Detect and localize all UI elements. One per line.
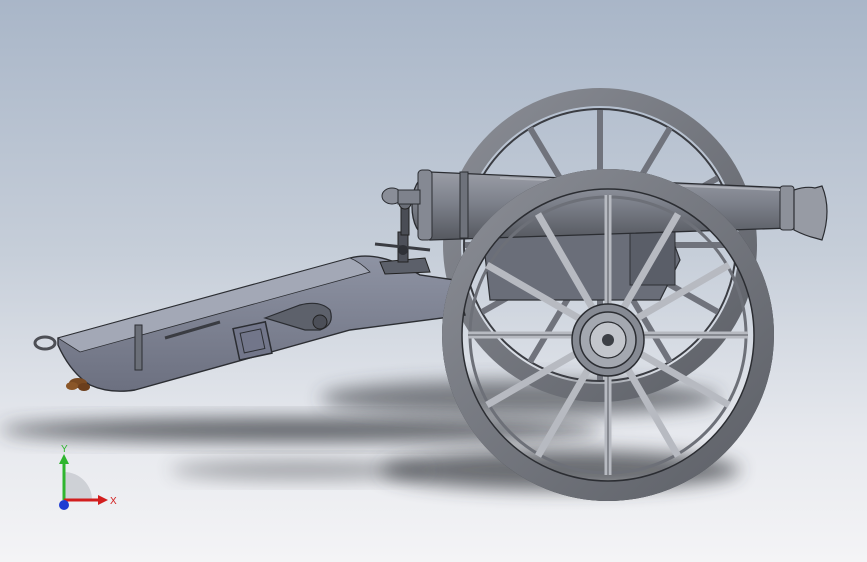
graphics-viewport[interactable]: Y X <box>0 0 867 562</box>
z-axis-icon <box>59 500 69 510</box>
reference-triad: Y X <box>59 444 117 510</box>
trail[interactable] <box>33 255 466 392</box>
lunette-ring <box>33 335 57 351</box>
muzzle <box>793 185 828 241</box>
triad-plane-icon <box>64 472 92 500</box>
trail-bracket <box>134 324 143 371</box>
trail-plate <box>232 320 273 361</box>
y-axis-label: Y <box>61 444 68 455</box>
cannon-model-render[interactable] <box>0 0 867 562</box>
x-axis-label: X <box>110 496 117 507</box>
near-wheel[interactable] <box>442 169 774 501</box>
